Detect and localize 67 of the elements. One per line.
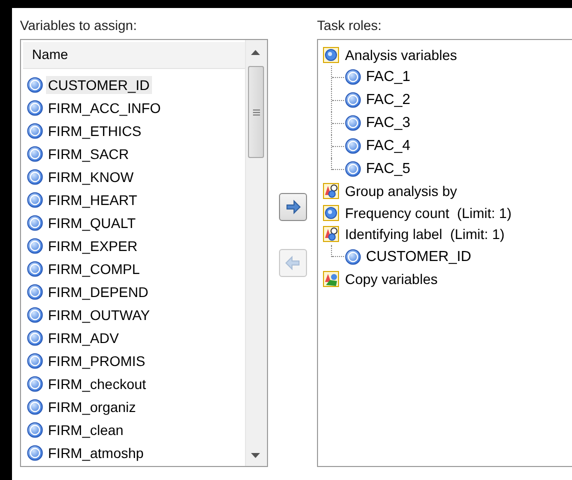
numeric-variable-icon <box>27 76 43 92</box>
variable-item[interactable]: FIRM_atmoshp <box>46 444 146 462</box>
assigned-variable[interactable]: FAC_2 <box>366 92 410 108</box>
numeric-variable-icon <box>27 168 43 184</box>
variable-item[interactable]: FIRM_EXPER <box>46 236 140 254</box>
numeric-variable-icon <box>27 214 43 230</box>
add-button[interactable] <box>278 193 306 221</box>
scroll-down-icon[interactable] <box>251 453 260 458</box>
numeric-variable-icon <box>27 284 43 300</box>
column-header[interactable]: Name <box>23 42 245 69</box>
role-icon <box>323 204 339 221</box>
numeric-variable-icon <box>27 352 43 368</box>
numeric-variable-icon <box>345 92 361 108</box>
numeric-variable-icon <box>27 306 43 322</box>
numeric-variable-icon <box>345 138 361 154</box>
variable-item[interactable]: FIRM_ADV <box>46 328 121 346</box>
numeric-variable-icon <box>27 330 43 346</box>
numeric-variable-icon <box>27 100 43 116</box>
role-item[interactable]: Copy variables <box>345 270 438 287</box>
role-icon <box>323 46 339 63</box>
variable-item[interactable]: FIRM_DEPEND <box>46 282 150 300</box>
role-icon <box>323 226 339 242</box>
variable-item[interactable]: FIRM_PROMIS <box>46 352 148 370</box>
right-arrow-icon <box>284 199 300 215</box>
variable-item[interactable]: FIRM_clean <box>46 420 126 438</box>
variable-item[interactable]: FIRM_ETHICS <box>46 122 144 140</box>
numeric-variable-icon <box>27 398 43 414</box>
role-icon <box>323 183 339 200</box>
numeric-variable-icon <box>27 422 43 438</box>
numeric-variable-icon <box>345 161 361 177</box>
role-item[interactable]: Identifying label (Limit: 1) <box>345 226 505 242</box>
scroll-thumb[interactable] <box>248 66 264 158</box>
role-item[interactable]: Frequency count (Limit: 1) <box>345 204 512 221</box>
numeric-variable-icon <box>27 260 43 276</box>
left-arrow-icon <box>284 255 300 271</box>
variable-item[interactable]: FIRM_COMPL <box>46 260 142 278</box>
variable-item[interactable]: FIRM_OUTWAY <box>46 306 152 324</box>
assigned-variable[interactable]: FAC_3 <box>366 115 410 131</box>
variable-item[interactable]: FIRM_SACR <box>46 144 131 162</box>
numeric-variable-icon <box>345 248 361 264</box>
variable-item[interactable]: FIRM_organiz <box>46 398 138 416</box>
assigned-variable[interactable]: FAC_1 <box>366 69 410 85</box>
numeric-variable-icon <box>27 376 43 392</box>
scrollbar[interactable] <box>245 40 267 466</box>
role-item[interactable]: Group analysis by <box>345 183 458 200</box>
assigned-variable[interactable]: FAC_5 <box>366 161 410 177</box>
role-icon <box>323 270 339 287</box>
scroll-up-icon[interactable] <box>251 50 260 55</box>
variable-item[interactable]: FIRM_ACC_INFO <box>46 98 163 116</box>
variable-item[interactable]: FIRM_HEART <box>46 190 140 208</box>
panel-label: Variables to assign: <box>20 18 138 33</box>
numeric-variable-icon <box>27 146 43 162</box>
numeric-variable-icon <box>345 69 361 85</box>
assigned-variable[interactable]: FAC_4 <box>366 138 410 154</box>
variable-item[interactable]: FIRM_KNOW <box>46 168 136 186</box>
grip-icon <box>252 108 260 116</box>
assigned-variable[interactable]: CUSTOMER_ID <box>366 248 472 264</box>
variable-item[interactable]: FIRM_checkout <box>46 374 148 392</box>
numeric-variable-icon <box>345 115 361 131</box>
numeric-variable-icon <box>27 444 43 460</box>
numeric-variable-icon <box>27 122 43 138</box>
panel-label: Task roles: <box>317 18 383 33</box>
numeric-variable-icon <box>27 192 43 208</box>
role-item[interactable]: Analysis variables <box>345 46 458 63</box>
variable-item[interactable]: CUSTOMER_ID <box>46 76 152 94</box>
numeric-variable-icon <box>27 238 43 254</box>
variable-item[interactable]: FIRM_QUALT <box>46 214 138 232</box>
